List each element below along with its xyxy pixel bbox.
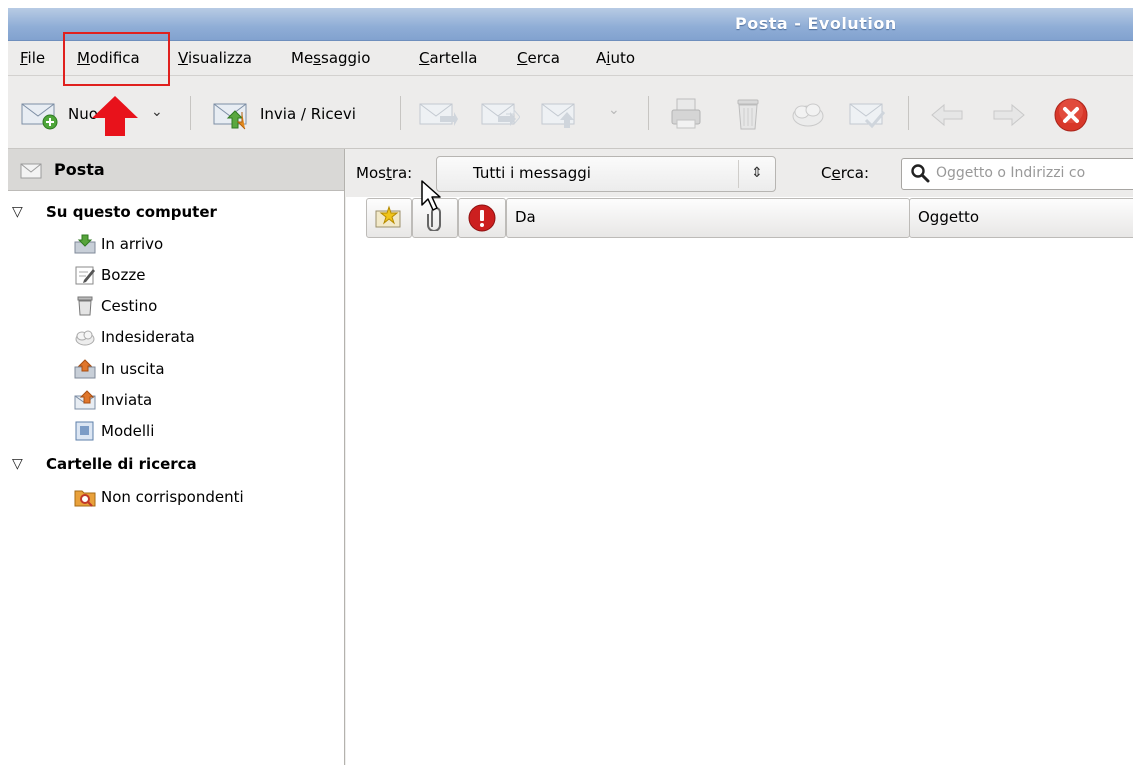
highlight-box [63, 32, 170, 86]
sidebar-item-label: Bozze [101, 266, 146, 284]
search-folder-icon [74, 490, 96, 507]
reply-icon[interactable] [418, 100, 458, 130]
search-input[interactable]: Oggetto o Indirizzi co [901, 158, 1133, 190]
window-title: Posta - Evolution [735, 14, 897, 33]
mouse-cursor-icon [421, 180, 441, 211]
sidebar-group-search-folders[interactable]: Cartelle di ricerca [46, 455, 197, 473]
sidebar-item-drafts[interactable]: Bozze [74, 265, 145, 285]
chevron-down-icon[interactable]: ⌄ [608, 102, 620, 118]
trash-icon [77, 296, 93, 316]
sidebar-item-label: In uscita [101, 360, 165, 378]
sidebar-group-local[interactable]: Su questo computer [46, 203, 217, 221]
group-label: Cartelle di ricerca [46, 455, 197, 473]
sidebar-item-label: Cestino [101, 297, 158, 315]
sidebar-item-label: Modelli [101, 422, 155, 440]
column-subject-label: Oggetto [918, 208, 980, 226]
trash-icon[interactable] [730, 96, 766, 132]
updown-arrows-icon: ⇕ [738, 160, 775, 188]
junk-icon[interactable] [788, 96, 828, 132]
toolbar-separator [908, 96, 909, 130]
annotation-arrow-icon [92, 96, 138, 136]
junk-icon [75, 330, 95, 346]
main-toolbar: Nuo ⌄ Invia / Ricevi ⌄ [8, 76, 1133, 149]
toolbar-separator [648, 96, 649, 130]
column-flagged[interactable] [366, 198, 412, 238]
search-label: Cerca: [821, 164, 870, 182]
sidebar-item-label: Indesiderata [101, 328, 195, 346]
menu-visualizza[interactable]: Visualizza [178, 49, 252, 67]
inbox-icon [74, 234, 96, 254]
menu-aiuto[interactable]: Aiuto [596, 49, 635, 67]
new-message-icon [21, 103, 58, 130]
new-message-button[interactable]: Nuo ⌄ [16, 100, 166, 130]
search-icon [911, 164, 930, 183]
send-receive-label: Invia / Ricevi [260, 105, 356, 123]
reply-all-icon[interactable] [480, 100, 520, 130]
column-priority[interactable] [458, 198, 506, 238]
exclamation-icon [468, 204, 496, 232]
drafts-icon [75, 266, 95, 285]
sidebar-item-inbox[interactable]: In arrivo [74, 234, 163, 254]
menu-cerca[interactable]: Cerca [517, 49, 560, 67]
message-list-pane: Mostra: Tutti i messaggi ⇕ Cerca: Oggett… [346, 149, 1133, 765]
stop-icon[interactable] [1053, 97, 1089, 133]
title-bar[interactable]: Posta - Evolution [8, 8, 1133, 41]
column-from-label: Da [515, 208, 536, 226]
show-filter-select[interactable]: Tutti i messaggi ⇕ [436, 156, 776, 192]
sidebar-item-outbox[interactable]: In uscita [74, 359, 165, 379]
print-icon[interactable] [668, 96, 704, 132]
show-filter-value: Tutti i messaggi [473, 164, 591, 182]
show-filter-label: Mostra: [356, 164, 413, 182]
sidebar-item-label: Non corrispondenti [101, 488, 244, 506]
menu-bar: File Modifica Visualizza Messaggio Carte… [8, 41, 1133, 76]
column-subject[interactable]: Oggetto [909, 198, 1133, 238]
search-placeholder: Oggetto o Indirizzi co [936, 165, 1086, 181]
mail-icon [20, 163, 42, 179]
folder-sidebar: Posta ▽ Su questo computer In arrivo Boz… [8, 149, 345, 765]
toolbar-separator [190, 96, 191, 130]
send-receive-icon [213, 103, 247, 130]
message-list-header: Da Oggetto [356, 198, 1133, 238]
sidebar-title: Posta [54, 160, 105, 179]
evolution-window: Posta - Evolution File Modifica Visualiz… [8, 8, 1133, 765]
templates-icon [75, 421, 94, 441]
forward-icon[interactable] [540, 100, 580, 130]
sidebar-item-label: Inviata [101, 391, 153, 409]
sidebar-header[interactable]: Posta [8, 149, 344, 191]
star-envelope-icon [375, 205, 401, 228]
toolbar-separator [400, 96, 401, 130]
not-junk-icon[interactable] [848, 100, 888, 130]
sidebar-item-sent[interactable]: Inviata [74, 390, 152, 410]
sidebar-item-junk[interactable]: Indesiderata [74, 327, 195, 347]
menu-file[interactable]: File [20, 49, 45, 67]
sidebar-item-templates[interactable]: Modelli [74, 421, 154, 441]
sidebar-item-label: In arrivo [101, 235, 164, 253]
expander-triangle-icon[interactable]: ▽ [12, 456, 23, 472]
menu-messaggio[interactable]: Messaggio [291, 49, 370, 67]
sent-icon [74, 390, 96, 410]
chevron-down-icon[interactable]: ⌄ [151, 104, 163, 120]
back-arrow-icon[interactable] [928, 100, 968, 130]
sidebar-item-trash[interactable]: Cestino [74, 296, 157, 316]
forward-arrow-icon[interactable] [988, 100, 1028, 130]
group-label: Su questo computer [46, 203, 217, 221]
menu-cartella[interactable]: Cartella [419, 49, 477, 67]
column-from[interactable]: Da [506, 198, 910, 238]
send-receive-button[interactable]: Invia / Ricevi [208, 100, 388, 130]
expander-triangle-icon[interactable]: ▽ [12, 204, 23, 220]
sidebar-item-unmatched[interactable]: Non corrispondenti [74, 487, 244, 507]
outbox-icon [74, 359, 96, 379]
filter-bar: Mostra: Tutti i messaggi ⇕ Cerca: Oggett… [346, 149, 1133, 197]
